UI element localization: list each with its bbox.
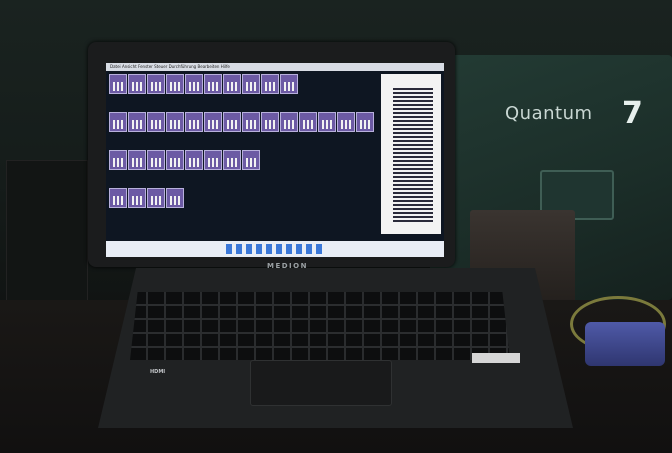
fixture-cell (128, 150, 146, 170)
dmx-interface-box (585, 322, 665, 366)
taskbar-icons (226, 244, 326, 254)
fixture-cell (166, 150, 184, 170)
fixture-cell (109, 74, 127, 94)
rack-logo-number: 7 (622, 96, 643, 131)
fixture-cell (299, 112, 317, 132)
fixture-cell (223, 74, 241, 94)
fixture-cell (147, 74, 165, 94)
fixture-cell (147, 150, 165, 170)
fixture-cell (204, 74, 222, 94)
fixture-cell (261, 74, 279, 94)
keyboard-rows (130, 292, 510, 360)
fixture-cell (223, 112, 241, 132)
fixture-cell (318, 112, 336, 132)
fixture-cell (204, 150, 222, 170)
fixture-cell (128, 74, 146, 94)
fixture-cell (280, 74, 298, 94)
fixture-cell (356, 112, 374, 132)
fixture-cell (166, 74, 184, 94)
fixture-cell (185, 112, 203, 132)
fixture-cell (109, 188, 127, 208)
fixture-cell (109, 112, 127, 132)
fixture-cell (185, 74, 203, 94)
fixture-cell (147, 188, 165, 208)
fixture-cell (337, 112, 355, 132)
fixture-cell (242, 74, 260, 94)
rack-logo-text: Quantum (505, 103, 593, 124)
photo-frame: Quantum 7 Datei Ansicht Fenster Steuer D… (0, 0, 672, 453)
fixture-cell (128, 112, 146, 132)
software-side-list (393, 88, 433, 223)
fixture-cell (280, 112, 298, 132)
fixture-cell (242, 112, 260, 132)
touchpad (250, 360, 392, 406)
laptop-screen: Datei Ansicht Fenster Steuer Durchführun… (106, 63, 444, 257)
laptop-sticker (472, 353, 520, 363)
fixture-cell (147, 112, 165, 132)
fixture-cell (109, 150, 127, 170)
fixture-grid (109, 74, 379, 234)
software-menubar: Datei Ansicht Fenster Steuer Durchführun… (106, 63, 444, 71)
fixture-cell (166, 188, 184, 208)
fixture-cell (128, 188, 146, 208)
hdmi-label: HDMI (150, 369, 166, 375)
fixture-cell (261, 112, 279, 132)
fixture-cell (166, 112, 184, 132)
fixture-cell (242, 150, 260, 170)
fixture-cell (204, 112, 222, 132)
fixture-cell (185, 150, 203, 170)
fixture-cell (223, 150, 241, 170)
